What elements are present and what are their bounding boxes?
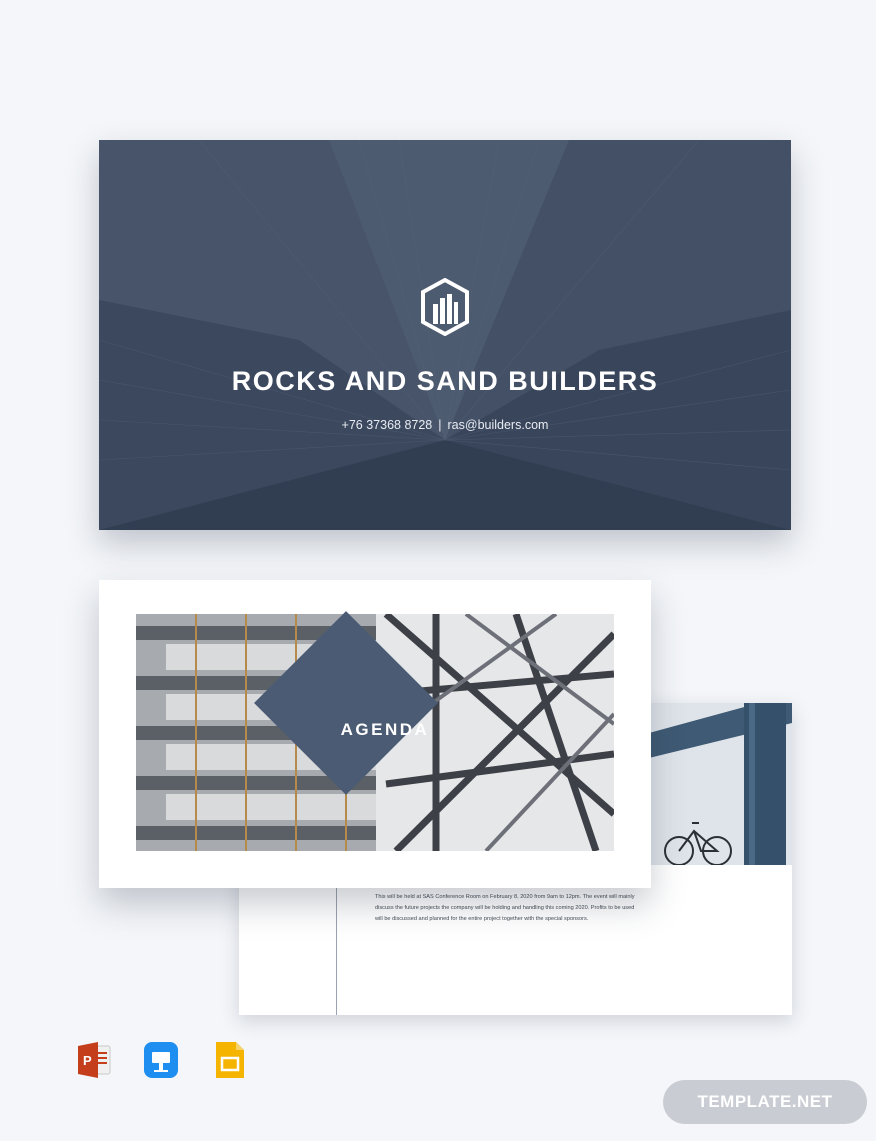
- cover-slide: ROCKS AND SAND BUILDERS +76 37368 8728 | r…: [99, 140, 791, 530]
- phone-number: +76 37368 8728: [341, 418, 433, 432]
- contact-line: +76 37368 8728 | ras@builders.com: [99, 418, 791, 432]
- template-net-badge: TEMPLATE.NET: [663, 1080, 867, 1124]
- keynote-icon: [144, 1042, 178, 1078]
- svg-text:P: P: [83, 1053, 92, 1068]
- google-slides-icon: [216, 1042, 244, 1078]
- company-name: ROCKS AND SAND BUILDERS: [231, 366, 659, 396]
- contact-separator: |: [438, 418, 442, 432]
- building-logo-icon: [421, 278, 469, 336]
- powerpoint-icon: P: [78, 1042, 111, 1078]
- email-address: ras@builders.com: [447, 418, 549, 432]
- agenda-title: AGENDA: [340, 720, 430, 739]
- event-description: This will be held at SAS Conference Room…: [375, 894, 635, 922]
